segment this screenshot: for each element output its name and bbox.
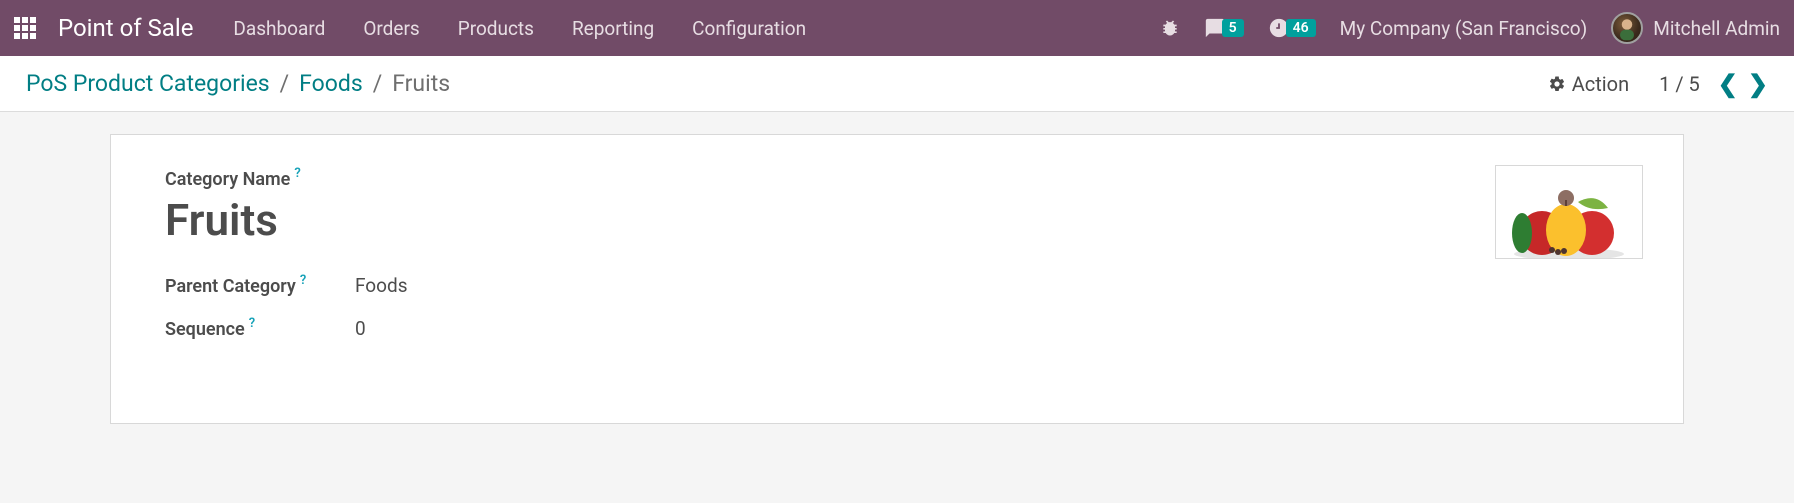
action-label: Action bbox=[1572, 72, 1629, 96]
apps-icon[interactable] bbox=[14, 17, 36, 39]
breadcrumb-root[interactable]: PoS Product Categories bbox=[26, 70, 270, 97]
top-navbar: Point of Sale Dashboard Orders Products … bbox=[0, 0, 1794, 56]
nav-dashboard[interactable]: Dashboard bbox=[233, 17, 325, 40]
nav-reporting[interactable]: Reporting bbox=[572, 17, 654, 40]
sequence-label: Sequence ? bbox=[165, 319, 355, 340]
parent-category-value[interactable]: Foods bbox=[355, 274, 408, 297]
user-menu[interactable]: Mitchell Admin bbox=[1611, 12, 1780, 44]
nav-links: Dashboard Orders Products Reporting Conf… bbox=[233, 17, 806, 40]
breadcrumb-current: Fruits bbox=[392, 70, 450, 97]
nav-products[interactable]: Products bbox=[458, 17, 534, 40]
fruits-icon bbox=[1504, 178, 1634, 258]
help-icon[interactable]: ? bbox=[300, 273, 306, 288]
sequence-value[interactable]: 0 bbox=[355, 317, 366, 340]
avatar bbox=[1611, 12, 1643, 44]
form-sheet: Category Name ? Fruits Parent Category ?… bbox=[110, 134, 1684, 424]
debug-icon[interactable] bbox=[1160, 18, 1180, 38]
nav-orders[interactable]: Orders bbox=[363, 17, 419, 40]
pager-text: 1 / 5 bbox=[1659, 72, 1700, 96]
pager: 1 / 5 ❮ ❯ bbox=[1659, 72, 1768, 96]
category-name-value[interactable]: Fruits bbox=[165, 194, 1065, 246]
messages-badge: 5 bbox=[1222, 19, 1244, 37]
activities-badge: 46 bbox=[1286, 19, 1316, 37]
category-image[interactable] bbox=[1495, 165, 1643, 259]
breadcrumb-parent[interactable]: Foods bbox=[299, 70, 363, 97]
nav-configuration[interactable]: Configuration bbox=[692, 17, 806, 40]
pager-next[interactable]: ❯ bbox=[1748, 72, 1768, 96]
action-button[interactable]: Action bbox=[1548, 72, 1629, 96]
app-brand[interactable]: Point of Sale bbox=[58, 14, 193, 42]
control-bar: PoS Product Categories / Foods / Fruits … bbox=[0, 56, 1794, 112]
activities-button[interactable]: 46 bbox=[1268, 17, 1316, 39]
breadcrumb-sep: / bbox=[280, 70, 290, 97]
breadcrumb: PoS Product Categories / Foods / Fruits bbox=[26, 70, 450, 97]
category-name-label: Category Name ? bbox=[165, 169, 1065, 190]
help-icon[interactable]: ? bbox=[249, 316, 255, 331]
user-name: Mitchell Admin bbox=[1653, 17, 1780, 40]
company-selector[interactable]: My Company (San Francisco) bbox=[1340, 17, 1588, 40]
breadcrumb-sep: / bbox=[373, 70, 383, 97]
pager-prev[interactable]: ❮ bbox=[1718, 72, 1738, 96]
gear-icon bbox=[1548, 75, 1566, 93]
messages-button[interactable]: 5 bbox=[1204, 17, 1244, 39]
parent-category-label: Parent Category ? bbox=[165, 276, 355, 297]
help-icon[interactable]: ? bbox=[294, 166, 300, 181]
